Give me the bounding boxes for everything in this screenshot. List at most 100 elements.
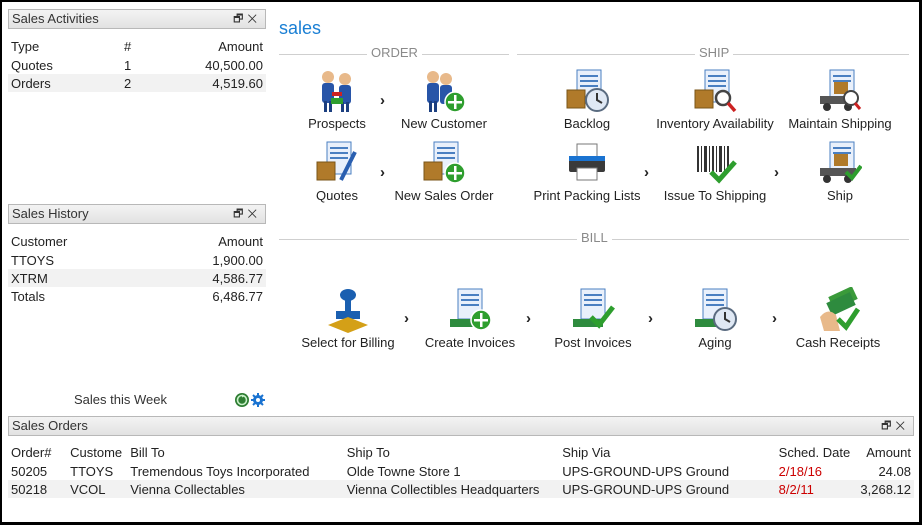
order-cell: 50205 xyxy=(11,463,48,479)
printer-icon xyxy=(569,143,605,181)
column-header[interactable]: Bill To xyxy=(127,442,343,462)
table-row[interactable]: 50205 TTOYS Tremendous Toys Incorporated… xyxy=(8,462,914,480)
restore-icon[interactable]: 🗗 xyxy=(881,420,895,432)
column-header[interactable]: Amount xyxy=(854,442,914,462)
shipping-truck-icon xyxy=(820,69,862,111)
restore-icon[interactable]: 🗗 xyxy=(233,13,247,25)
node-label: Inventory Availability xyxy=(656,116,774,131)
column-header: Customer xyxy=(11,233,68,249)
issue-to-shipping-node[interactable]: Issue To Shipping xyxy=(655,140,775,203)
section-label: BILL xyxy=(577,231,612,245)
new-sales-order-node[interactable]: New Sales Order xyxy=(384,140,504,203)
node-label: Select for Billing xyxy=(301,335,395,350)
refresh-icon[interactable] xyxy=(235,393,249,407)
post-invoices-node[interactable]: Post Invoices xyxy=(533,287,653,350)
node-label: Create Invoices xyxy=(424,335,516,350)
customer-cell: TTOYS xyxy=(11,252,55,268)
ship-via-cell: UPS-GROUND-UPS Ground xyxy=(559,480,776,498)
column-header[interactable]: Order# xyxy=(8,442,67,462)
widget-titlebar[interactable]: Sales History 🗗✕ xyxy=(8,204,266,224)
ship-to-cell: Vienna Collectibles Headquarters xyxy=(343,480,560,498)
node-label: Issue To Shipping xyxy=(663,188,767,203)
flow-arrow-icon: › xyxy=(774,164,779,181)
flow-arrow-icon: › xyxy=(648,310,653,327)
inventory-search-icon xyxy=(694,69,737,113)
column-header: Amount xyxy=(218,38,263,54)
node-label: Post Invoices xyxy=(554,335,632,350)
order-cell: 50218 xyxy=(8,480,68,498)
bill-to-cell: Vienna Collectables xyxy=(127,480,344,498)
column-header[interactable]: Custome xyxy=(67,442,127,462)
section-label: ORDER xyxy=(367,46,422,60)
customer-cell: VCOL xyxy=(67,480,128,498)
sales-history-widget: Sales History 🗗✕ Customer Amount TTOYS 1… xyxy=(8,204,266,412)
table-row[interactable]: TTOYS 1,900.00 xyxy=(8,251,266,269)
close-icon[interactable]: ✕ xyxy=(247,208,261,220)
quote-edit-icon xyxy=(316,141,357,181)
node-label: Maintain Shipping xyxy=(788,116,892,131)
create-invoice-icon xyxy=(450,288,492,331)
section-label: SHIP xyxy=(695,46,734,60)
add-order-icon xyxy=(423,141,466,184)
node-label: Aging xyxy=(698,335,732,350)
flow-arrow-icon: › xyxy=(644,164,649,181)
close-icon[interactable]: ✕ xyxy=(247,13,261,25)
bill-section-header: BILL xyxy=(279,231,909,246)
dashboard-frame: Sales Activities 🗗✕ Type # Amount Quotes… xyxy=(0,0,922,525)
node-label: Quotes xyxy=(316,188,358,203)
widget-title: Sales History xyxy=(12,206,89,221)
quotes-node[interactable]: Quotes xyxy=(277,140,397,203)
restore-icon[interactable]: 🗗 xyxy=(233,208,247,220)
column-header[interactable]: Sched. Date xyxy=(776,442,854,462)
settings-gear-icon[interactable] xyxy=(251,393,265,407)
add-people-icon xyxy=(427,71,466,113)
new-customer-node[interactable]: New Customer xyxy=(384,68,504,131)
flow-arrow-icon: › xyxy=(526,310,531,327)
bill-to-cell: Tremendous Toys Incorporated xyxy=(130,463,310,479)
cash-check-icon xyxy=(820,286,861,331)
table-row[interactable]: XTRM 4,586.77 xyxy=(8,269,266,287)
column-header[interactable]: Ship To xyxy=(344,442,559,462)
node-label: Cash Receipts xyxy=(795,335,881,350)
sales-this-week-label: Sales this Week xyxy=(74,392,167,407)
print-packing-lists-node[interactable]: Print Packing Lists xyxy=(527,140,647,203)
flow-arrow-icon: › xyxy=(404,310,409,327)
node-label: Prospects xyxy=(308,116,366,131)
backlog-node[interactable]: Backlog xyxy=(527,68,647,131)
amount-cell: 24.08 xyxy=(878,463,911,479)
customer-cell: TTOYS xyxy=(70,463,114,479)
create-invoices-node[interactable]: Create Invoices xyxy=(410,287,530,350)
amount-cell: 6,486.77 xyxy=(212,288,263,304)
ship-via-cell: UPS-GROUND-UPS Ground xyxy=(562,463,730,479)
stamp-icon xyxy=(328,289,368,333)
page-title: sales xyxy=(279,18,322,38)
table-row[interactable]: Quotes 1 40,500.00 xyxy=(8,56,266,74)
table-row[interactable]: Orders 2 4,519.60 xyxy=(8,74,266,92)
column-header[interactable]: Ship Via xyxy=(559,442,775,462)
inventory-availability-node[interactable]: Inventory Availability xyxy=(655,68,775,131)
amount-cell: 1,900.00 xyxy=(212,252,263,268)
amount-cell: 3,268.12 xyxy=(853,480,914,498)
count-cell: 2 xyxy=(102,74,141,92)
amount-cell: 4,519.60 xyxy=(140,74,266,92)
customer-cell: XTRM xyxy=(8,269,144,287)
sched-date-cell: 2/18/16 xyxy=(778,463,823,479)
barcode-check-icon xyxy=(697,146,737,184)
order-section-header: ORDER xyxy=(279,46,509,61)
table-row[interactable]: 50218 VCOL Vienna Collectables Vienna Co… xyxy=(8,480,914,498)
widget-titlebar[interactable]: Sales Orders 🗗✕ xyxy=(8,416,914,436)
select-for-billing-node[interactable]: Select for Billing xyxy=(288,287,408,350)
maintain-shipping-node[interactable]: Maintain Shipping xyxy=(780,68,900,131)
column-header: # xyxy=(124,38,132,54)
totals-row: Totals 6,486.77 xyxy=(8,287,266,305)
widget-titlebar[interactable]: Sales Activities 🗗✕ xyxy=(8,9,266,29)
sales-orders-table: Order# Custome Bill To Ship To Ship Via … xyxy=(8,442,914,498)
cash-receipts-node[interactable]: Cash Receipts xyxy=(778,286,898,350)
prospects-node[interactable]: Prospects xyxy=(277,68,397,131)
aging-node[interactable]: Aging xyxy=(655,287,775,350)
flow-arrow-icon: › xyxy=(772,310,777,327)
close-icon[interactable]: ✕ xyxy=(895,420,909,432)
type-cell: Quotes xyxy=(11,57,53,73)
ship-node[interactable]: Ship xyxy=(780,140,900,203)
ship-to-cell: Olde Towne Store 1 xyxy=(346,463,461,479)
